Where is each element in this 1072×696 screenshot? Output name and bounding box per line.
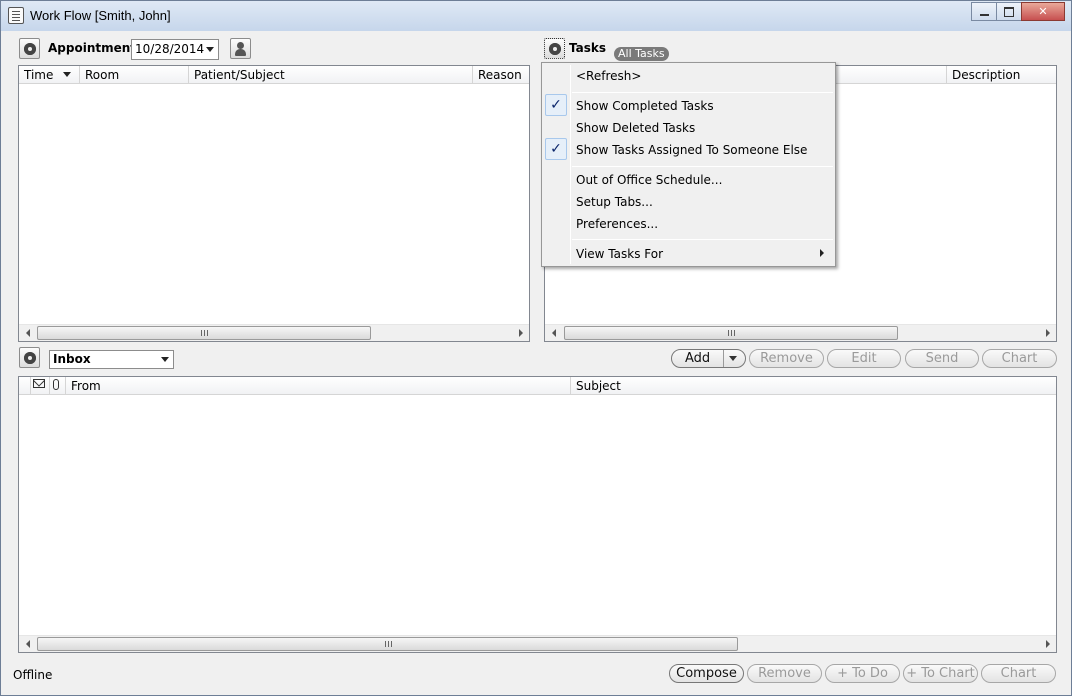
- appointments-date-picker[interactable]: 10/28/2014: [131, 39, 219, 60]
- tasks-context-menu: <Refresh> ✓ Show Completed Tasks Show De…: [541, 62, 836, 267]
- split-divider: [723, 350, 724, 367]
- maximize-button[interactable]: [996, 2, 1022, 21]
- status-text: Offline: [13, 668, 53, 682]
- submenu-arrow-icon: [820, 249, 824, 257]
- menu-item-view-tasks-for[interactable]: View Tasks For: [576, 247, 663, 267]
- scroll-left-icon[interactable]: [545, 325, 562, 341]
- appointments-table: Time Room Patient/Subject Reason: [18, 65, 530, 342]
- window-title: Work Flow [Smith, John]: [30, 8, 171, 23]
- menu-item-show-tasks-assigned-elsewhere[interactable]: Show Tasks Assigned To Someone Else: [576, 143, 807, 163]
- scroll-right-icon[interactable]: [1039, 325, 1056, 341]
- inbox-folder-value: Inbox: [53, 352, 91, 366]
- tasks-settings-button[interactable]: [544, 38, 565, 59]
- appointments-header: Time Room Patient/Subject Reason: [19, 66, 529, 84]
- inbox-horizontal-scrollbar[interactable]: [19, 635, 1056, 652]
- menu-item-preferences[interactable]: Preferences...: [576, 217, 658, 237]
- column-reason[interactable]: Reason: [473, 66, 531, 84]
- checkmark-icon: ✓: [545, 94, 567, 116]
- menu-item-show-deleted-tasks[interactable]: Show Deleted Tasks: [576, 121, 695, 141]
- scroll-right-icon[interactable]: [512, 325, 529, 341]
- close-button[interactable]: ✕: [1021, 2, 1065, 21]
- edit-task-button[interactable]: Edit: [827, 349, 901, 368]
- inbox-table: From Subject: [18, 376, 1057, 653]
- column-description[interactable]: Description: [946, 66, 1058, 84]
- send-task-button[interactable]: Send: [905, 349, 979, 368]
- menu-separator: [572, 239, 833, 240]
- sort-down-icon: [63, 72, 71, 77]
- chevron-down-icon[interactable]: [157, 351, 173, 368]
- appointments-label: Appointments: [48, 41, 144, 55]
- menu-gutter: [570, 65, 571, 264]
- menu-item-show-completed-tasks[interactable]: Show Completed Tasks: [576, 99, 714, 119]
- column-time-label: Time: [24, 68, 54, 82]
- column-subject[interactable]: Subject: [571, 377, 1058, 395]
- chart-message-button[interactable]: Chart: [981, 664, 1056, 683]
- person-icon[interactable]: [230, 38, 251, 59]
- scroll-left-icon[interactable]: [19, 636, 36, 652]
- gear-icon: [23, 42, 36, 55]
- window-controls: ✕: [971, 2, 1065, 22]
- chevron-down-icon[interactable]: [202, 40, 218, 59]
- gear-icon: [23, 351, 36, 364]
- to-do-button[interactable]: + To Do: [825, 664, 900, 683]
- inbox-settings-button[interactable]: [19, 347, 40, 368]
- tasks-horizontal-scrollbar[interactable]: [545, 324, 1056, 341]
- workflow-window: Work Flow [Smith, John] ✕ Appointments 1…: [0, 0, 1072, 696]
- menu-separator: [572, 166, 833, 167]
- scrollbar-thumb[interactable]: [37, 326, 371, 340]
- scrollbar-thumb[interactable]: [564, 326, 898, 340]
- column-read-status[interactable]: [31, 377, 50, 395]
- menu-separator: [572, 92, 833, 93]
- appointments-horizontal-scrollbar[interactable]: [19, 324, 529, 341]
- minimize-button[interactable]: [971, 2, 997, 21]
- gear-icon: [548, 42, 561, 55]
- chart-task-button[interactable]: Chart: [982, 349, 1057, 368]
- column-patient-subject[interactable]: Patient/Subject: [189, 66, 473, 84]
- scroll-right-icon[interactable]: [1039, 636, 1056, 652]
- envelope-icon: [33, 379, 45, 388]
- to-chart-button[interactable]: + To Chart: [903, 664, 978, 683]
- column-room[interactable]: Room: [80, 66, 189, 84]
- column-select[interactable]: [19, 377, 31, 395]
- remove-task-button[interactable]: Remove: [749, 349, 824, 368]
- column-attachment[interactable]: [50, 377, 66, 395]
- remove-message-button[interactable]: Remove: [747, 664, 822, 683]
- compose-button[interactable]: Compose: [669, 664, 744, 683]
- title-bar[interactable]: Work Flow [Smith, John] ✕: [1, 1, 1071, 31]
- inbox-folder-select[interactable]: Inbox: [49, 350, 174, 369]
- menu-item-setup-tabs[interactable]: Setup Tabs...: [576, 195, 653, 215]
- tasks-label: Tasks: [569, 41, 607, 55]
- checkmark-icon: ✓: [545, 138, 567, 160]
- add-task-button[interactable]: Add: [671, 349, 746, 368]
- chevron-down-icon[interactable]: [729, 356, 737, 361]
- menu-item-refresh[interactable]: <Refresh>: [576, 69, 641, 89]
- column-time[interactable]: Time: [19, 66, 80, 84]
- paperclip-icon: [53, 379, 59, 390]
- scroll-left-icon[interactable]: [19, 325, 36, 341]
- appointments-date: 10/28/2014: [135, 42, 205, 56]
- inbox-header: From Subject: [19, 377, 1056, 395]
- scrollbar-thumb[interactable]: [37, 637, 738, 651]
- appointments-settings-button[interactable]: [19, 38, 40, 59]
- column-from[interactable]: From: [66, 377, 571, 395]
- tab-all-tasks[interactable]: All Tasks: [614, 47, 669, 61]
- add-task-label: Add: [685, 351, 711, 366]
- menu-item-out-of-office-schedule[interactable]: Out of Office Schedule...: [576, 173, 722, 193]
- app-icon: [8, 7, 24, 24]
